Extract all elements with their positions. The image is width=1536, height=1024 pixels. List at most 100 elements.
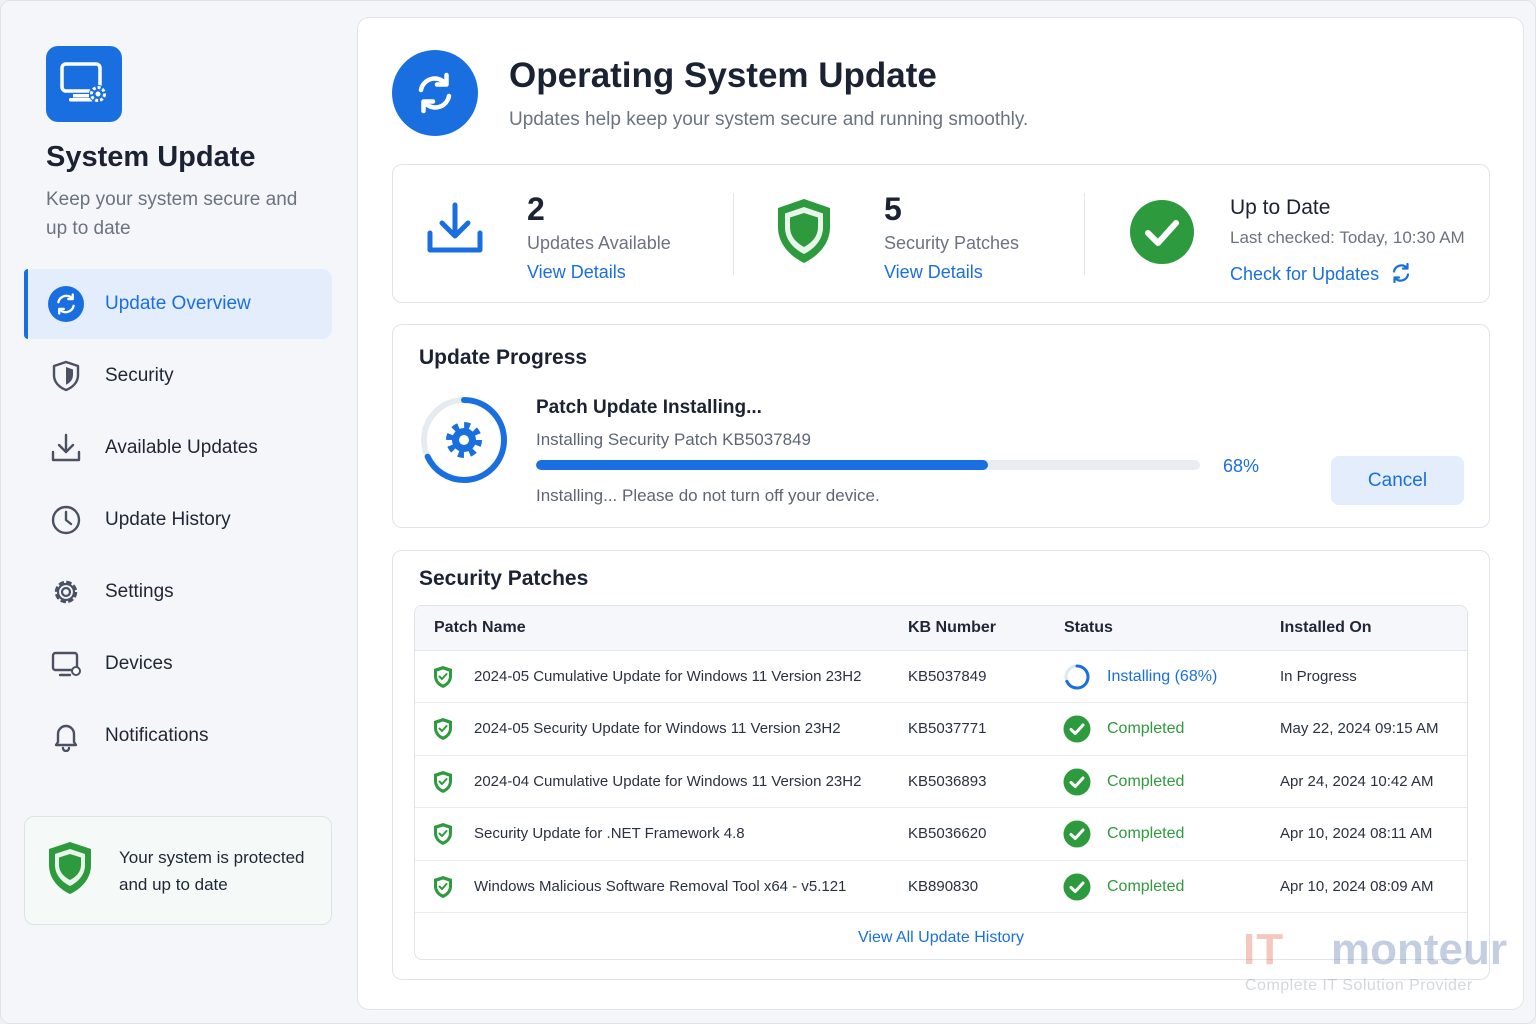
patch-name: Windows Malicious Software Removal Tool … bbox=[474, 877, 847, 895]
check-circle-icon bbox=[1063, 873, 1091, 906]
progress-gear-icon bbox=[419, 395, 509, 485]
patch-status: Completed bbox=[1107, 720, 1185, 738]
kb-number: KB5037849 bbox=[908, 668, 987, 685]
shield-icon bbox=[774, 197, 834, 270]
patches-count: 5 bbox=[884, 191, 902, 227]
updates-caption: Updates Available bbox=[527, 233, 671, 253]
table-row[interactable]: Windows Malicious Software Removal Tool … bbox=[415, 861, 1467, 913]
refresh-icon bbox=[1390, 262, 1412, 289]
spinner-icon bbox=[1063, 663, 1091, 696]
sidebar-item-notifications[interactable]: Notifications bbox=[24, 701, 332, 771]
shield-check-icon bbox=[432, 875, 454, 904]
page-title: Operating System Update bbox=[509, 56, 937, 95]
page-subtitle: Updates help keep your system secure and… bbox=[509, 109, 1029, 130]
sidebar-item-label: Settings bbox=[105, 581, 174, 602]
cancel-button[interactable]: Cancel bbox=[1331, 456, 1464, 505]
table-row[interactable]: Security Update for .NET Framework 4.8 KB… bbox=[415, 808, 1467, 861]
patches-view-details-link[interactable]: View Details bbox=[884, 262, 983, 283]
sidebar-item-label: Devices bbox=[105, 653, 173, 674]
progress-note: Installing... Please do not turn off you… bbox=[536, 486, 880, 505]
sidebar: System Update Keep your system secure an… bbox=[1, 1, 356, 1024]
kb-number: KB5036620 bbox=[908, 825, 987, 843]
patch-status: Completed bbox=[1107, 877, 1185, 895]
sidebar-nav: Update Overview Security Available Updat… bbox=[24, 269, 332, 773]
update-progress-card: Update Progress Patch Update Installing.… bbox=[392, 324, 1490, 528]
table-row[interactable]: 2024-05 Security Update for Windows 11 V… bbox=[415, 703, 1467, 756]
table-row[interactable]: 2024-04 Cumulative Update for Windows 11… bbox=[415, 756, 1467, 809]
sidebar-item-security[interactable]: Security bbox=[24, 341, 332, 411]
updates-available-stat: 2 Updates Available View Details bbox=[393, 165, 733, 304]
column-header: Installed On bbox=[1280, 619, 1372, 636]
sidebar-item-available-updates[interactable]: Available Updates bbox=[24, 413, 332, 483]
shield-check-icon bbox=[432, 822, 454, 851]
sidebar-item-settings[interactable]: Settings bbox=[24, 557, 332, 627]
update-stats-card: 2 Updates Available View Details 5 Secur… bbox=[392, 164, 1490, 303]
check-for-updates-label: Check for Updates bbox=[1230, 264, 1380, 284]
app-title: System Update bbox=[46, 141, 256, 173]
sidebar-item-update-overview[interactable]: Update Overview bbox=[24, 269, 332, 339]
sidebar-item-label: Security bbox=[105, 365, 174, 386]
check-circle-icon bbox=[1063, 768, 1091, 801]
sidebar-item-label: Notifications bbox=[105, 725, 209, 746]
up-to-date-stat: Up to Date Last checked: Today, 10:30 AM… bbox=[1085, 165, 1490, 304]
sidebar-item-devices[interactable]: Devices bbox=[24, 629, 332, 699]
watermark-brand-b: monteur bbox=[1331, 925, 1507, 974]
shield-check-icon bbox=[432, 665, 454, 694]
column-header: Status bbox=[1064, 619, 1113, 636]
patch-name: 2024-04 Cumulative Update for Windows 11… bbox=[474, 772, 862, 790]
app-window: System Update Keep your system secure an… bbox=[0, 0, 1536, 1024]
shield-check-icon bbox=[45, 840, 95, 901]
security-patches-card: Security Patches Patch Name KB Number St… bbox=[392, 550, 1490, 980]
shield-icon bbox=[48, 358, 84, 394]
installed-on: In Progress bbox=[1280, 668, 1357, 685]
sidebar-item-label: Update History bbox=[105, 509, 231, 530]
app-subtitle: Keep your system secure and up to date bbox=[46, 189, 298, 239]
patch-status: Completed bbox=[1107, 825, 1185, 843]
progress-title: Patch Update Installing... bbox=[536, 397, 762, 418]
check-for-updates-link[interactable]: Check for Updates bbox=[1230, 262, 1412, 289]
monitor-icon bbox=[48, 646, 84, 682]
kb-number: KB5037771 bbox=[908, 720, 987, 738]
check-circle-icon bbox=[1129, 199, 1195, 270]
download-icon bbox=[425, 201, 485, 262]
check-circle-icon bbox=[1063, 715, 1091, 748]
protection-status-text: Your system is protected and up to date bbox=[119, 847, 305, 894]
table-header: Patch Name KB Number Status Installed On bbox=[415, 606, 1467, 651]
sync-icon bbox=[392, 50, 478, 136]
installed-on: Apr 10, 2024 08:11 AM bbox=[1280, 825, 1433, 843]
gear-icon bbox=[48, 574, 84, 610]
installed-on: May 22, 2024 09:15 AM bbox=[1280, 720, 1439, 738]
app-logo-icon bbox=[46, 46, 122, 122]
patches-caption: Security Patches bbox=[884, 233, 1020, 253]
sync-icon bbox=[48, 286, 84, 322]
sidebar-item-label: Available Updates bbox=[105, 437, 258, 458]
updates-view-details-link[interactable]: View Details bbox=[527, 262, 626, 283]
clock-icon bbox=[48, 502, 84, 538]
progress-bar bbox=[536, 460, 1200, 470]
progress-subtitle: Installing Security Patch KB5037849 bbox=[536, 430, 812, 449]
patch-name: 2024-05 Cumulative Update for Windows 11… bbox=[474, 668, 862, 685]
watermark-brand-a: IT bbox=[1243, 925, 1285, 974]
patches-table: Patch Name KB Number Status Installed On… bbox=[414, 605, 1468, 960]
sidebar-item-update-history[interactable]: Update History bbox=[24, 485, 332, 555]
installed-on: Apr 10, 2024 08:09 AM bbox=[1280, 877, 1434, 895]
column-header: KB Number bbox=[908, 619, 997, 636]
protection-status-card: Your system is protected and up to date bbox=[24, 816, 332, 925]
table-row[interactable]: 2024-05 Cumulative Update for Windows 11… bbox=[415, 651, 1467, 704]
download-icon bbox=[48, 430, 84, 466]
patch-status: Installing (68%) bbox=[1107, 668, 1218, 685]
column-header: Patch Name bbox=[434, 619, 526, 636]
patches-section-title: Security Patches bbox=[419, 567, 589, 590]
last-checked-text: Last checked: Today, 10:30 AM bbox=[1230, 228, 1465, 247]
shield-check-icon bbox=[432, 770, 454, 799]
patch-name: Security Update for .NET Framework 4.8 bbox=[474, 825, 745, 843]
watermark-tagline: Complete IT Solution Provider bbox=[1245, 977, 1473, 994]
security-patches-stat: 5 Security Patches View Details bbox=[734, 165, 1084, 304]
watermark-logo: IT monteur Complete IT Solution Provider bbox=[1231, 921, 1511, 1001]
progress-section-title: Update Progress bbox=[419, 346, 588, 369]
sidebar-item-label: Update Overview bbox=[105, 293, 251, 314]
updates-count: 2 bbox=[527, 191, 545, 227]
bell-icon bbox=[48, 718, 84, 754]
shield-check-icon bbox=[432, 717, 454, 746]
kb-number: KB890830 bbox=[908, 877, 979, 895]
